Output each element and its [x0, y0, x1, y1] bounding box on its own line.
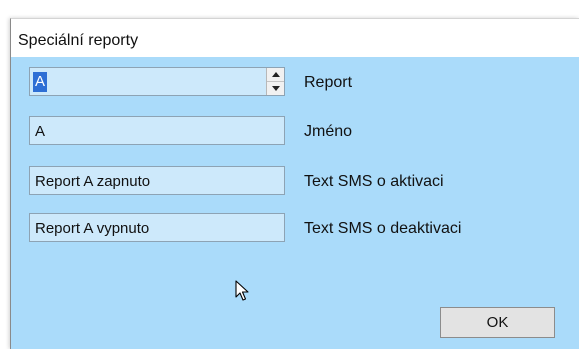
name-field[interactable]: A	[29, 116, 285, 145]
ok-button[interactable]: OK	[440, 307, 555, 338]
sms-deactivation-field[interactable]: Report A vypnuto	[29, 213, 285, 242]
dialog-title: Speciální reporty	[18, 32, 139, 49]
spin-down-button[interactable]	[267, 82, 284, 95]
special-reports-dialog: Speciální reporty A Report A Jméno Repor…	[10, 18, 579, 349]
sms-activation-field[interactable]: Report A zapnuto	[29, 166, 285, 195]
spin-up-button[interactable]	[267, 68, 284, 82]
report-spin-field[interactable]: A	[29, 67, 285, 96]
report-value[interactable]: A	[33, 72, 48, 92]
sms-deactivation-value: Report A vypnuto	[35, 220, 150, 237]
sms-activation-label: Text SMS o aktivaci	[304, 173, 444, 190]
report-spinner[interactable]	[266, 68, 284, 95]
arrow-up-icon	[271, 72, 280, 77]
name-value: A	[35, 123, 46, 140]
name-label: Jméno	[304, 123, 353, 140]
dialog-titlebar: Speciální reporty	[11, 19, 579, 57]
arrow-down-icon	[271, 86, 280, 91]
mouse-pointer-icon	[235, 280, 249, 301]
sms-deactivation-label: Text SMS o deaktivaci	[304, 220, 462, 237]
sms-activation-value: Report A zapnuto	[35, 173, 151, 190]
report-label: Report	[304, 74, 353, 91]
